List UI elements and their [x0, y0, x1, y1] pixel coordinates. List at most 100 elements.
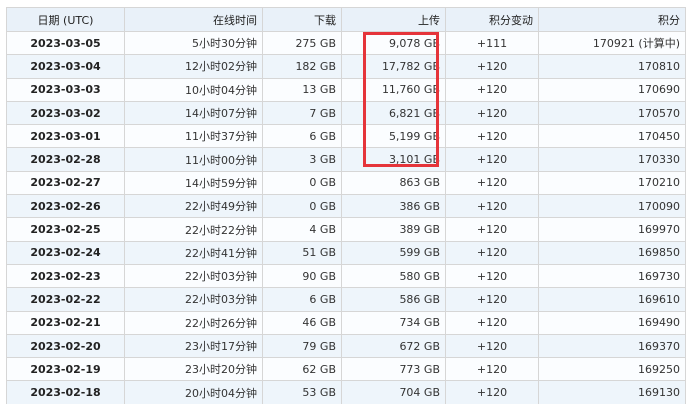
cell-upload: 5,199 GB — [341, 124, 446, 149]
cell-upload: 389 GB — [341, 217, 446, 242]
cell-points: 170690 — [538, 77, 686, 102]
table-row: 2023-03-02 14小时07分钟 7 GB 6,821 GB +120 170570 — [6, 100, 686, 126]
table-header: 日期 (UTC) 在线时间 下载 上传 积分变动 积分 — [6, 7, 686, 32]
cell-points-change: +120 — [445, 54, 539, 79]
column-header-points[interactable]: 积分 — [538, 7, 686, 32]
cell-upload: 599 GB — [341, 240, 446, 265]
table-row: 2023-02-28 11小时00分钟 3 GB 3,101 GB +120 170330 — [6, 147, 686, 172]
cell-online-time: 14小时59分钟 — [124, 170, 263, 196]
cell-download: 3 GB — [262, 147, 342, 172]
cell-download: 7 GB — [262, 100, 342, 126]
cell-date: 2023-02-28 — [6, 147, 125, 172]
column-header-date[interactable]: 日期 (UTC) — [6, 7, 125, 32]
cell-points: 169370 — [538, 333, 686, 359]
cell-online-time: 22小时03分钟 — [124, 263, 263, 289]
cell-date: 2023-03-02 — [6, 100, 125, 126]
table-row: 2023-02-22 22小时03分钟 6 GB 586 GB +120 169610 — [6, 287, 686, 312]
column-header-points-change[interactable]: 积分变动 — [445, 7, 539, 32]
cell-online-time: 23小时17分钟 — [124, 333, 263, 359]
column-header-online-time[interactable]: 在线时间 — [124, 7, 263, 32]
cell-points: 169970 — [538, 217, 686, 242]
cell-points-change: +120 — [445, 333, 539, 359]
cell-upload: 580 GB — [341, 263, 446, 289]
cell-online-time: 5小时30分钟 — [124, 30, 263, 56]
cell-points-change: +120 — [445, 287, 539, 312]
cell-date: 2023-03-04 — [6, 54, 125, 79]
table-row: 2023-02-26 22小时49分钟 0 GB 386 GB +120 170090 — [6, 194, 686, 219]
table-row: 2023-02-18 20小时04分钟 53 GB 704 GB +120 169130 — [6, 380, 686, 404]
cell-download: 46 GB — [262, 310, 342, 335]
cell-date: 2023-02-20 — [6, 333, 125, 359]
cell-points: 170330 — [538, 147, 686, 172]
cell-date: 2023-02-26 — [6, 194, 125, 219]
cell-points: 169730 — [538, 263, 686, 289]
cell-points: 169490 — [538, 310, 686, 335]
cell-date: 2023-03-03 — [6, 77, 125, 102]
table-row: 2023-02-27 14小时59分钟 0 GB 863 GB +120 170210 — [6, 170, 686, 196]
cell-upload: 773 GB — [341, 357, 446, 382]
table-row: 2023-02-19 23小时20分钟 62 GB 773 GB +120 169250 — [6, 357, 686, 382]
cell-points: 170921 (计算中) — [538, 30, 686, 56]
cell-download: 62 GB — [262, 357, 342, 382]
cell-points-change: +120 — [445, 124, 539, 149]
cell-date: 2023-02-18 — [6, 380, 125, 404]
cell-online-time: 23小时20分钟 — [124, 357, 263, 382]
cell-points: 170210 — [538, 170, 686, 196]
cell-download: 4 GB — [262, 217, 342, 242]
cell-upload: 704 GB — [341, 380, 446, 404]
cell-online-time: 22小时22分钟 — [124, 217, 263, 242]
cell-points-change: +111 — [445, 30, 539, 56]
cell-upload: 586 GB — [341, 287, 446, 312]
table-row: 2023-02-25 22小时22分钟 4 GB 389 GB +120 169970 — [6, 217, 686, 242]
cell-points: 169250 — [538, 357, 686, 382]
table-row: 2023-03-05 5小时30分钟 275 GB 9,078 GB +111 17092… — [6, 30, 686, 56]
cell-online-time: 12小时02分钟 — [124, 54, 263, 79]
cell-points-change: +120 — [445, 310, 539, 335]
cell-points-change: +120 — [445, 77, 539, 102]
cell-upload: 11,760 GB — [341, 77, 446, 102]
cell-date: 2023-02-25 — [6, 217, 125, 242]
cell-upload: 672 GB — [341, 333, 446, 359]
cell-download: 79 GB — [262, 333, 342, 359]
cell-online-time: 11小时00分钟 — [124, 147, 263, 172]
table-row: 2023-03-03 10小时04分钟 13 GB 11,760 GB +120 1706… — [6, 77, 686, 102]
points-history-table: 日期 (UTC) 在线时间 下载 上传 积分变动 积分 2023-03-05 5小… — [6, 7, 686, 404]
cell-points-change: +120 — [445, 240, 539, 265]
cell-points-change: +120 — [445, 194, 539, 219]
header-row: 日期 (UTC) 在线时间 下载 上传 积分变动 积分 — [6, 7, 686, 32]
column-header-upload[interactable]: 上传 — [341, 7, 446, 32]
cell-date: 2023-02-19 — [6, 357, 125, 382]
column-header-download[interactable]: 下载 — [262, 7, 342, 32]
cell-online-time: 22小时03分钟 — [124, 287, 263, 312]
cell-date: 2023-02-22 — [6, 287, 125, 312]
cell-download: 51 GB — [262, 240, 342, 265]
cell-upload: 863 GB — [341, 170, 446, 196]
table-row: 2023-03-04 12小时02分钟 182 GB 17,782 GB +120 170… — [6, 54, 686, 79]
table-row: 2023-03-01 11小时37分钟 6 GB 5,199 GB +120 170450 — [6, 124, 686, 149]
cell-points-change: +120 — [445, 217, 539, 242]
cell-upload: 9,078 GB — [341, 30, 446, 56]
cell-upload: 386 GB — [341, 194, 446, 219]
cell-download: 0 GB — [262, 194, 342, 219]
cell-upload: 3,101 GB — [341, 147, 446, 172]
cell-points: 170090 — [538, 194, 686, 219]
cell-online-time: 11小时37分钟 — [124, 124, 263, 149]
cell-points: 170810 — [538, 54, 686, 79]
cell-download: 6 GB — [262, 124, 342, 149]
cell-download: 6 GB — [262, 287, 342, 312]
cell-points: 169610 — [538, 287, 686, 312]
cell-download: 13 GB — [262, 77, 342, 102]
table-row: 2023-02-23 22小时03分钟 90 GB 580 GB +120 169730 — [6, 263, 686, 289]
cell-date: 2023-02-21 — [6, 310, 125, 335]
table-row: 2023-02-20 23小时17分钟 79 GB 672 GB +120 169370 — [6, 333, 686, 359]
cell-online-time: 22小时41分钟 — [124, 240, 263, 265]
cell-online-time: 14小时07分钟 — [124, 100, 263, 126]
table-row: 2023-02-21 22小时26分钟 46 GB 734 GB +120 169490 — [6, 310, 686, 335]
cell-download: 0 GB — [262, 170, 342, 196]
cell-points-change: +120 — [445, 357, 539, 382]
cell-points-change: +120 — [445, 147, 539, 172]
cell-points-change: +120 — [445, 263, 539, 289]
cell-download: 53 GB — [262, 380, 342, 404]
cell-date: 2023-02-27 — [6, 170, 125, 196]
cell-date: 2023-03-05 — [6, 30, 125, 56]
